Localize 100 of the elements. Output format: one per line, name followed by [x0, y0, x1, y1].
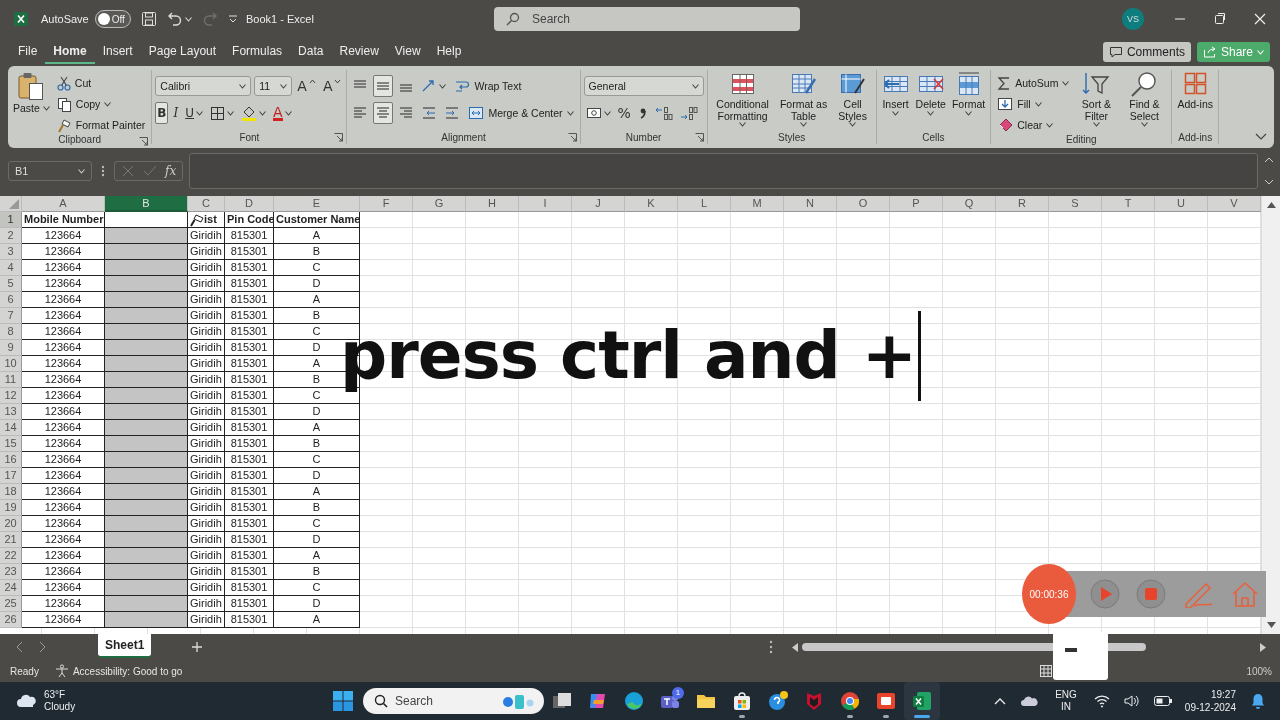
- row-header[interactable]: 3: [0, 244, 22, 260]
- selected-cell[interactable]: [105, 372, 188, 388]
- table-cell[interactable]: Giridih: [188, 548, 225, 564]
- copy-button[interactable]: Copy: [53, 95, 149, 113]
- conditional-formatting-button[interactable]: Conditional Formatting: [710, 70, 775, 128]
- row-header[interactable]: 12: [0, 388, 22, 404]
- column-header[interactable]: E: [274, 196, 360, 212]
- user-avatar[interactable]: VS: [1122, 8, 1144, 30]
- row-header[interactable]: 26: [0, 612, 22, 628]
- autosave-toggle[interactable]: Off: [94, 10, 131, 28]
- table-cell[interactable]: 815301: [225, 580, 274, 596]
- selected-cell[interactable]: [105, 292, 188, 308]
- table-cell[interactable]: 123664: [22, 340, 105, 356]
- add-sheet-icon[interactable]: [191, 641, 204, 653]
- column-title[interactable]: Customer Name: [274, 212, 360, 228]
- table-cell[interactable]: 123664: [22, 532, 105, 548]
- table-cell[interactable]: Giridih: [188, 292, 225, 308]
- table-cell[interactable]: 123664: [22, 468, 105, 484]
- table-cell[interactable]: 123664: [22, 292, 105, 308]
- italic-button[interactable]: I: [171, 102, 181, 124]
- menu-tab[interactable]: Data: [290, 40, 332, 64]
- cell-styles-button[interactable]: Cell Styles: [832, 70, 873, 128]
- percent-button[interactable]: %: [615, 102, 633, 124]
- delete-button[interactable]: Delete: [913, 70, 948, 117]
- scroll-up-icon[interactable]: [1266, 202, 1276, 208]
- table-cell[interactable]: Giridih: [188, 404, 225, 420]
- table-cell[interactable]: A: [274, 612, 360, 628]
- sheet-tab[interactable]: Sheet1: [98, 634, 152, 658]
- merge-center-button[interactable]: Merge & Center: [465, 104, 577, 122]
- table-cell[interactable]: 123664: [22, 516, 105, 532]
- table-cell[interactable]: 123664: [22, 308, 105, 324]
- volume-icon[interactable]: [1123, 694, 1140, 708]
- search-field[interactable]: Search: [494, 7, 800, 31]
- column-header[interactable]: F: [360, 196, 413, 212]
- row-header[interactable]: 23: [0, 564, 22, 580]
- table-cell[interactable]: Giridih: [188, 436, 225, 452]
- table-cell[interactable]: C: [274, 516, 360, 532]
- row-header[interactable]: 20: [0, 516, 22, 532]
- table-cell[interactable]: 123664: [22, 612, 105, 628]
- table-cell[interactable]: 815301: [225, 548, 274, 564]
- accessibility-status[interactable]: Accessibility: Good to go: [72, 665, 183, 677]
- table-cell[interactable]: Giridih: [188, 468, 225, 484]
- clock-date[interactable]: 09-12-2024: [1184, 701, 1236, 714]
- table-cell[interactable]: Giridih: [188, 308, 225, 324]
- scroll-down-icon[interactable]: [1266, 622, 1276, 628]
- row-header[interactable]: 25: [0, 596, 22, 612]
- table-cell[interactable]: Giridih: [188, 372, 225, 388]
- table-cell[interactable]: 815301: [225, 404, 274, 420]
- table-cell[interactable]: 815301: [225, 468, 274, 484]
- undo-icon[interactable]: [166, 11, 183, 27]
- comments-button[interactable]: Comments: [1102, 42, 1191, 62]
- formula-input[interactable]: [189, 153, 1258, 189]
- dialog-launcher-icon[interactable]: [334, 133, 344, 142]
- row-header[interactable]: 6: [0, 292, 22, 308]
- table-cell[interactable]: 123664: [22, 436, 105, 452]
- table-cell[interactable]: B: [274, 244, 360, 260]
- insert-button[interactable]: Insert: [879, 70, 912, 117]
- paste-button[interactable]: Paste: [11, 70, 52, 115]
- table-cell[interactable]: B: [274, 500, 360, 516]
- font-color-button[interactable]: A: [271, 102, 294, 124]
- wrap-text-button[interactable]: Wrap Text: [451, 77, 525, 95]
- selected-cell[interactable]: [105, 276, 188, 292]
- language-indicator[interactable]: ENG: [1055, 689, 1077, 701]
- increase-font-size-button[interactable]: A: [295, 75, 318, 97]
- menu-tab[interactable]: Insert: [94, 40, 141, 64]
- name-box[interactable]: B1: [8, 161, 92, 181]
- font-size-field[interactable]: 11: [254, 76, 293, 96]
- column-header[interactable]: D: [225, 196, 274, 212]
- column-header[interactable]: H: [466, 196, 519, 212]
- table-cell[interactable]: 123664: [22, 452, 105, 468]
- row-header[interactable]: 21: [0, 532, 22, 548]
- format-painter-button[interactable]: Format Painter: [53, 116, 149, 134]
- table-cell[interactable]: Giridih: [188, 324, 225, 340]
- selected-cell[interactable]: [105, 452, 188, 468]
- clear-button[interactable]: Clear: [994, 116, 1073, 134]
- selected-cell[interactable]: [105, 516, 188, 532]
- row-header[interactable]: 19: [0, 500, 22, 516]
- column-title[interactable]: ist: [188, 212, 225, 228]
- column-header[interactable]: R: [996, 196, 1049, 212]
- table-cell[interactable]: 815301: [225, 516, 274, 532]
- scroll-left-icon[interactable]: [792, 642, 798, 652]
- table-cell[interactable]: Giridih: [188, 260, 225, 276]
- start-icon[interactable]: [332, 690, 354, 712]
- table-cell[interactable]: A: [274, 228, 360, 244]
- selected-cell[interactable]: [105, 596, 188, 612]
- table-cell[interactable]: 123664: [22, 372, 105, 388]
- show-hidden-icons-icon[interactable]: [994, 697, 1007, 705]
- table-cell[interactable]: D: [274, 404, 360, 420]
- menu-tab[interactable]: Home: [45, 40, 95, 64]
- table-cell[interactable]: 815301: [225, 340, 274, 356]
- table-cell[interactable]: 815301: [225, 228, 274, 244]
- fill-button[interactable]: Fill: [994, 95, 1073, 113]
- add-ins-button[interactable]: Add-ins: [1175, 70, 1216, 111]
- table-cell[interactable]: 123664: [22, 404, 105, 420]
- selected-cell[interactable]: [105, 420, 188, 436]
- underline-button[interactable]: U: [183, 102, 205, 124]
- table-cell[interactable]: A: [274, 548, 360, 564]
- region-indicator[interactable]: IN: [1061, 701, 1071, 713]
- zoom-level[interactable]: 100%: [1246, 665, 1272, 677]
- collapse-ribbon-icon[interactable]: [1254, 132, 1268, 142]
